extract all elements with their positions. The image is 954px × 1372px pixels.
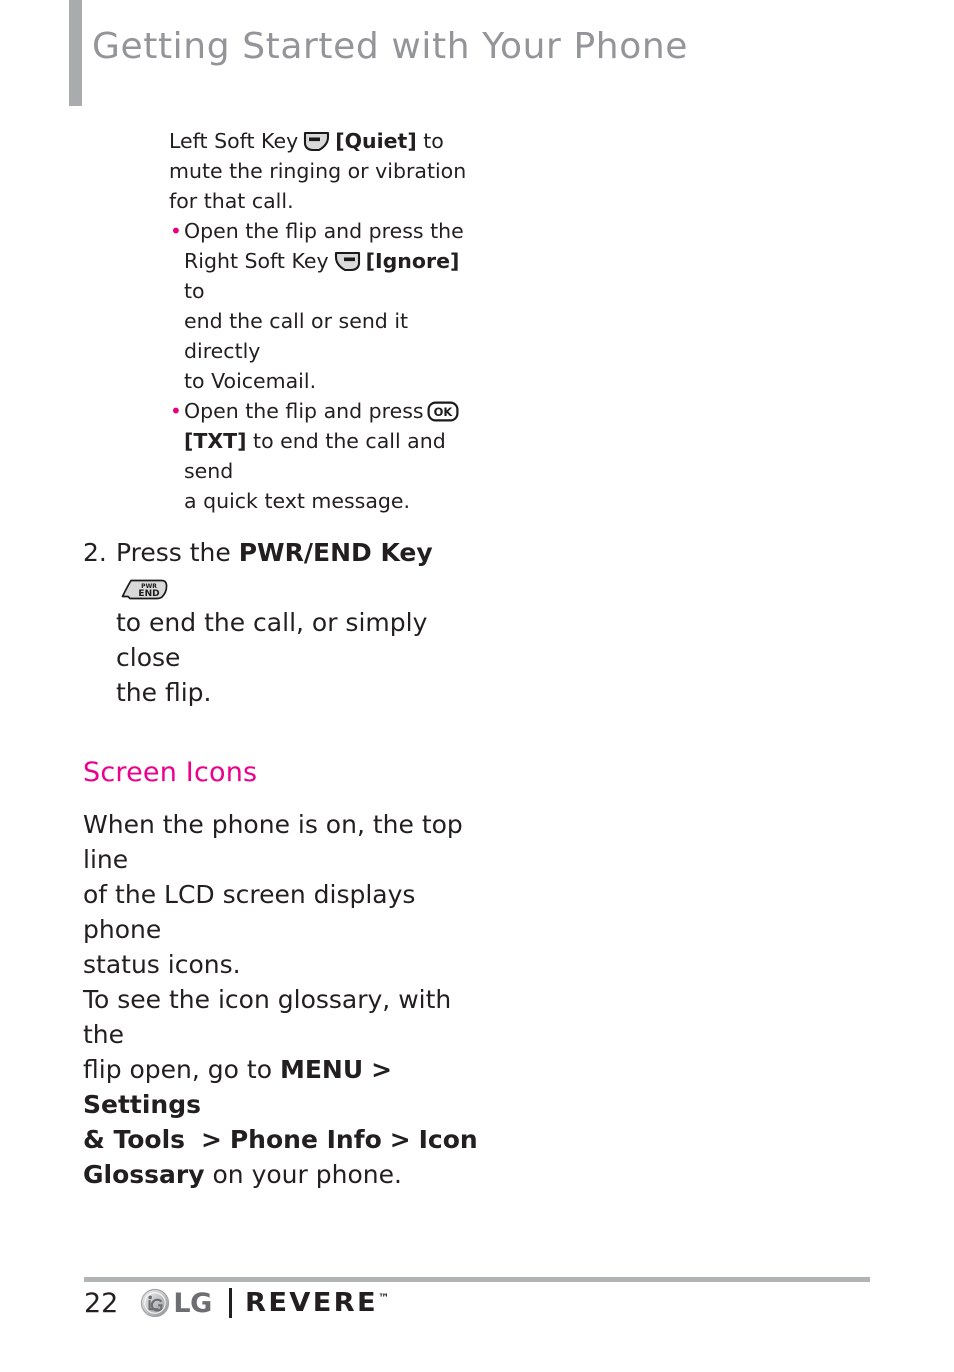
bullet-1-line-4: to Voicemail.: [184, 369, 317, 393]
bullet-1-line-3: end the call or send it directly: [184, 309, 409, 363]
menu-path-settings: Settings: [83, 1090, 202, 1119]
page-content: Left Soft Key [Quiet] to mute the ringing…: [83, 126, 483, 1192]
list-item: • Open the flip and press the Right Soft…: [169, 216, 483, 396]
menu-path-menu: MENU: [279, 1055, 364, 1084]
list-item: • Open the flip and press OK [TXT] to end…: [169, 396, 483, 516]
intro-block: Left Soft Key [Quiet] to mute the ringing…: [169, 126, 483, 516]
bullet-2-line-2: [TXT] to end the call and send: [184, 426, 483, 486]
para2-line-2: flip open, go to MENU > Settings: [83, 1052, 483, 1122]
bullet-1-line-2-bold: [Ignore]: [365, 249, 460, 273]
lg-logo: LG: [140, 1287, 212, 1319]
lg-wordmark: LG: [173, 1287, 212, 1319]
menu-path-sep-1: >: [371, 1055, 393, 1084]
menu-path-glossary: Glossary: [83, 1160, 205, 1189]
intro-line-1-prefix: Left Soft Key: [169, 129, 299, 153]
para2-line-1: To see the icon glossary, with the: [83, 985, 452, 1049]
revere-wordmark: REVERE™: [245, 1290, 390, 1316]
menu-path-sep-3: >: [389, 1125, 411, 1154]
menu-path-tools: & Tools: [83, 1125, 186, 1154]
bullet-2-line-1-text: Open the flip and press: [184, 399, 424, 423]
para1-line-3: status icons.: [83, 950, 241, 979]
bullet-1-line-2: Right Soft Key [Ignore] to: [184, 246, 483, 306]
svg-text:OK: OK: [433, 405, 453, 419]
footer: 22 LG REVERE™: [84, 1287, 389, 1319]
menu-path-icon: Icon: [418, 1125, 478, 1154]
step-two: 2. Press the PWR/END Key PWR END to end th…: [83, 535, 483, 710]
step-two-line-2: to end the call, or simply close: [116, 608, 428, 672]
bullet-dot-icon: •: [170, 219, 182, 243]
pwr-end-key-icon: PWR END: [120, 576, 170, 603]
svg-text:END: END: [138, 589, 159, 599]
para2-tail: on your phone.: [212, 1160, 402, 1189]
page-number: 22: [84, 1287, 119, 1319]
step-two-bold: PWR/END Key: [238, 538, 433, 567]
trademark-symbol: ™: [377, 1291, 390, 1305]
bullet-2-line-2-bold: [TXT]: [184, 429, 247, 453]
menu-path-phone-info: Phone Info: [229, 1125, 382, 1154]
para2-line-2-prefix: flip open, go to: [83, 1055, 273, 1084]
para2-line-4: Glossary on your phone.: [83, 1157, 483, 1192]
step-two-line-3: the flip.: [116, 678, 212, 707]
intro-line-1-bold: [Quiet]: [335, 129, 417, 153]
para1-line-1: When the phone is on, the top line: [83, 810, 463, 874]
lg-circle-icon: [141, 1288, 170, 1318]
page-title: Getting Started with Your Phone: [92, 26, 689, 67]
revere-text: REVERE: [244, 1288, 378, 1318]
step-two-prefix: Press the: [116, 538, 231, 567]
footer-divider: [84, 1277, 870, 1282]
bullet-1-line-1: Open the flip and press the: [184, 219, 464, 243]
bullet-2-line-3: a quick text message.: [184, 489, 411, 513]
step-two-line-1: Press the PWR/END Key PWR END: [116, 535, 483, 605]
section-heading-screen-icons: Screen Icons: [83, 757, 258, 788]
footer-brand-divider: [228, 1288, 232, 1318]
bullet-1-line-2-suffix: to: [184, 279, 205, 303]
para1-line-2: of the LCD screen displays phone: [83, 880, 416, 944]
intro-line-2: mute the ringing or vibration: [169, 159, 467, 183]
paragraph-screen-icons-intro: When the phone is on, the top line of th…: [83, 807, 483, 982]
header-accent-bar: [69, 0, 82, 106]
step-two-number: 2.: [83, 538, 107, 567]
bullet-1-line-2-prefix: Right Soft Key: [184, 249, 329, 273]
paragraph-icon-glossary-path: To see the icon glossary, with the flip …: [83, 982, 483, 1192]
menu-path-sep-2: >: [200, 1125, 222, 1154]
intro-line-1-suffix: to: [423, 129, 444, 153]
bullet-2-line-1: Open the flip and press OK: [184, 396, 483, 426]
left-soft-key-icon: [303, 131, 330, 153]
intro-line-3: for that call.: [169, 189, 294, 213]
right-soft-key-icon: [334, 251, 361, 273]
para2-line-3: & Tools > Phone Info > Icon: [83, 1122, 483, 1157]
bullet-dot-icon: •: [170, 399, 182, 423]
ok-key-icon: OK: [427, 401, 459, 422]
intro-line-1: Left Soft Key [Quiet] to: [169, 126, 483, 156]
